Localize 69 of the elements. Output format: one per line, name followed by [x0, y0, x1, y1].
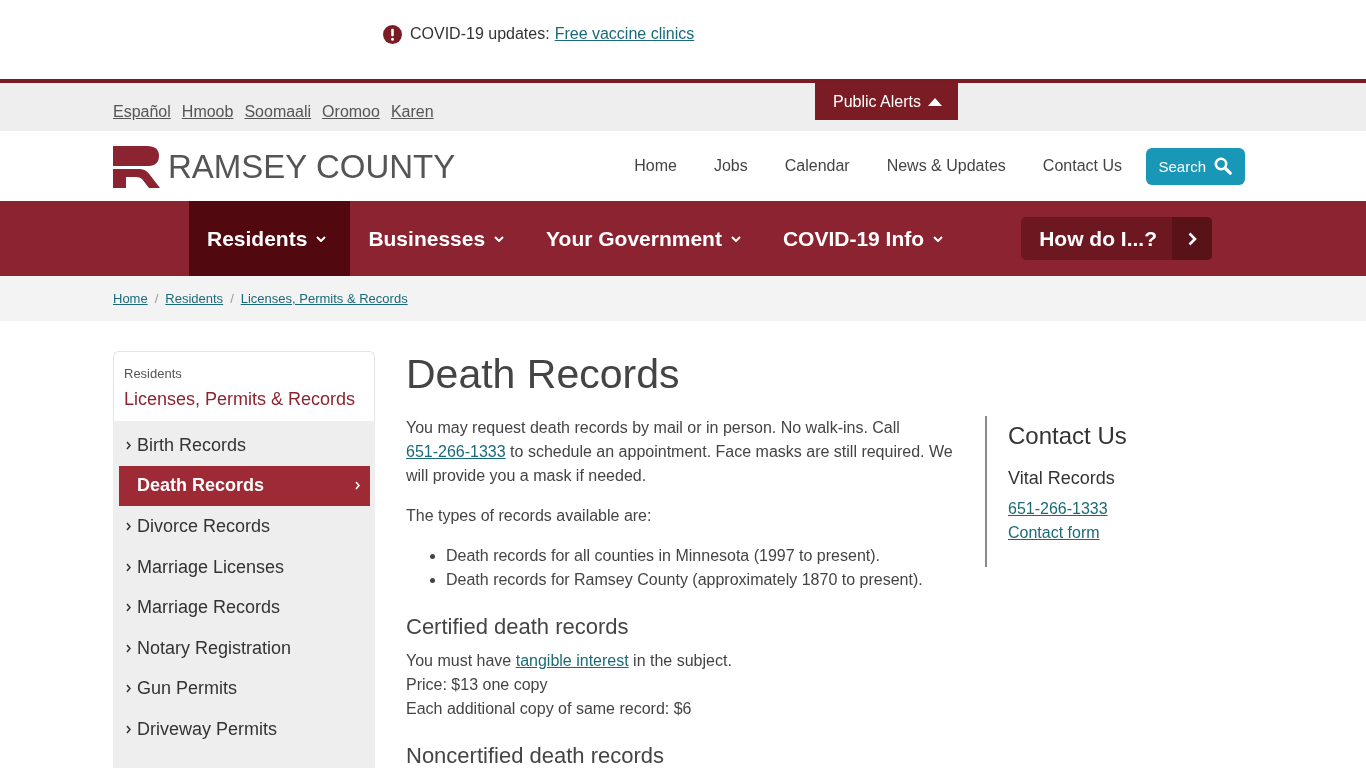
bullet-icon — [430, 553, 435, 559]
how-do-i-button[interactable]: How do I...? — [1021, 217, 1212, 260]
public-alerts-button[interactable]: Public Alerts — [814, 83, 958, 120]
sidebar-title: Licenses, Permits & Records — [124, 388, 357, 411]
language-link[interactable]: Karen — [390, 103, 434, 121]
search-icon — [1214, 157, 1232, 175]
sidebar-link[interactable]: Marriage Records — [119, 587, 370, 628]
list-item-text: Death records for all counties in Minnesota (1997 to present). — [446, 546, 880, 566]
sidebar-link[interactable]: Birth Records — [119, 425, 370, 466]
sidebar-link[interactable]: Death Records — [119, 465, 370, 507]
chevron-down-icon — [494, 235, 505, 242]
body-line: You must have tangible interest in the subject. — [406, 651, 732, 671]
inline-link[interactable]: tangible interest — [515, 652, 629, 669]
header-nav-link[interactable]: Calendar — [766, 155, 869, 177]
chevron-right-icon — [126, 522, 131, 531]
r-logo-icon — [113, 146, 161, 188]
main-nav-tab[interactable]: Residents — [189, 201, 351, 276]
header-nav-link[interactable]: Jobs — [695, 155, 767, 177]
chevron-right-icon — [126, 440, 131, 450]
alert-text: COVID-19 updates: — [410, 25, 550, 43]
breadcrumb-separator: / — [230, 291, 234, 306]
bullet-icon — [430, 577, 435, 583]
sidebar-link[interactable]: Marriage Licenses — [119, 546, 370, 588]
header-nav-link[interactable]: News & Updates — [868, 155, 1025, 177]
language-link[interactable]: Oromoo — [322, 103, 380, 121]
language-link[interactable]: Hmoob — [181, 103, 234, 121]
contact-link[interactable]: Contact form — [1008, 521, 1100, 545]
language-link[interactable]: Soomaali — [244, 103, 312, 121]
header-nav-link[interactable]: Contact Us — [1024, 155, 1141, 177]
main-nav-tab[interactable]: Businesses — [350, 201, 529, 276]
chevron-down-icon — [730, 235, 741, 242]
body-line: Each additional copy of same record: $6 — [406, 699, 692, 719]
sidebar-link[interactable]: Notary Registration — [119, 627, 370, 669]
main-nav-tab[interactable]: COVID-19 Info — [764, 201, 968, 276]
section-heading: Certified death records — [406, 613, 630, 641]
contact-heading: Contact Us — [1008, 421, 1127, 451]
exclamation-icon — [383, 24, 402, 44]
chevron-right-icon — [126, 684, 131, 694]
logo-text[interactable]: RAMSEY COUNTY — [168, 148, 456, 186]
body-line: Price: $13 one copy — [406, 675, 548, 695]
breadcrumb-separator: / — [154, 291, 159, 306]
sidebar-link[interactable]: Driveway Permits — [119, 709, 370, 750]
header-nav-link[interactable]: Home — [615, 155, 696, 177]
breadcrumb-link[interactable]: Licenses, Permits & Records — [240, 291, 408, 306]
chevron-right-icon — [126, 643, 131, 653]
sidebar-parent-link[interactable]: Residents — [124, 365, 182, 383]
sidebar-link[interactable]: Gun Permits — [119, 668, 370, 710]
chevron-down-icon — [933, 235, 944, 242]
contact-link[interactable]: 651-266-1333 — [1008, 497, 1108, 521]
chevron-right-icon — [355, 481, 360, 491]
page-title: Death Records — [406, 350, 681, 399]
chevron-right-icon — [126, 724, 131, 734]
vaccine-clinics-link[interactable]: Free vaccine clinics — [554, 25, 695, 43]
body-paragraph: The types of records available are: — [406, 506, 653, 526]
body-paragraph: You may request death records by mail or in person. No walk-ins. Call 651-266-1333 to schedule an appointment. Face masks are still required. We will provide you a mask if needed. — [406, 418, 954, 486]
main-nav-tab[interactable]: Your Government — [528, 201, 765, 276]
sidebar-link[interactable]: Divorce Records — [119, 506, 370, 547]
chevron-right-icon — [1187, 231, 1197, 246]
chevron-down-icon — [316, 235, 327, 242]
breadcrumb-link[interactable]: Home — [113, 291, 148, 306]
list-item-text: Death records for Ramsey County (approximately 1870 to present). — [446, 570, 923, 590]
inline-link[interactable]: 651-266-1333 — [406, 443, 506, 460]
chevron-right-icon — [126, 603, 131, 613]
section-heading: Noncertified death records — [406, 742, 666, 768]
contact-subheading: Vital Records — [1008, 467, 1115, 490]
language-link[interactable]: Español — [113, 103, 171, 121]
breadcrumb-link[interactable]: Residents — [165, 291, 224, 306]
caret-up-icon — [928, 97, 942, 106]
chevron-right-icon — [126, 562, 131, 572]
